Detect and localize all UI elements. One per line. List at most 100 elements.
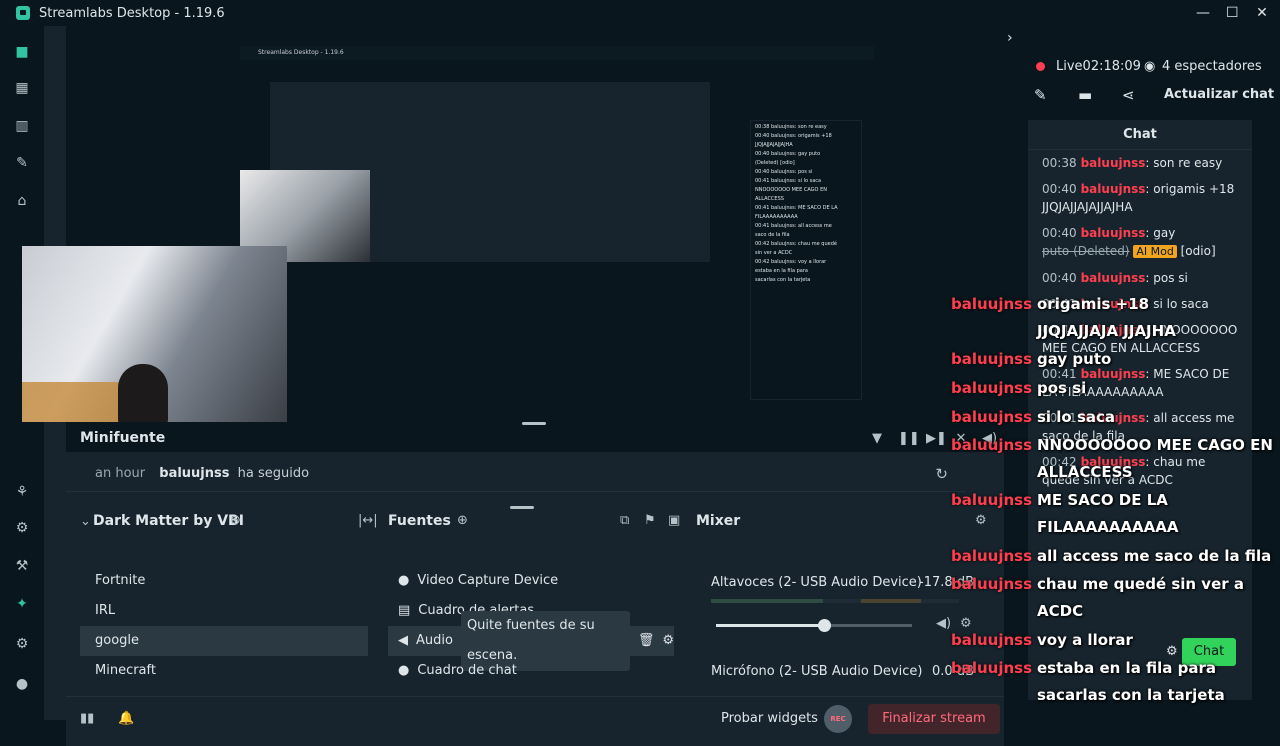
minimize-button[interactable]: — [1196,5,1210,21]
sparkle-icon[interactable]: ✦ [14,596,30,612]
source-item-selected[interactable]: ◀ Audio Quite fuentes de su escena. 🗑 ⚙ [388,611,674,671]
overlay-line: sacarlas con la tarjeta [1037,686,1225,704]
overlay-line: JJQJAJJAJA JJAJHA [1037,322,1176,340]
refresh-chat-button[interactable]: Actualizar chat [1164,87,1274,102]
overlay-user: baluujnss [951,547,1033,565]
close-button[interactable]: ✕ [1256,5,1268,21]
stream-preview[interactable]: Streamlabs Desktop - 1.19.6 00:38 baluuj… [22,26,1004,426]
speaker-mute-icon[interactable]: ◀) [936,616,951,631]
chevron-right-icon[interactable]: › [1007,30,1013,46]
stats-icon[interactable]: ▥ [14,118,30,134]
mini-feed-title: Minifuente [80,430,166,446]
volume-meter-level [711,599,823,603]
chat-user[interactable]: baluujnss [1081,182,1146,196]
themes-icon[interactable]: ✎ [14,155,30,171]
skip-icon[interactable]: ▶❚ [926,431,947,446]
overlay-user: baluujnss [951,491,1033,509]
store-icon[interactable]: ⌂ [14,193,30,209]
integrations-icon[interactable]: ⚙ [14,520,30,536]
chat-user[interactable]: baluujnss [1081,156,1146,170]
overlay-user: baluujnss [951,350,1033,368]
chat-settings-gear-icon[interactable]: ⚙ [1166,644,1178,659]
live-time: 02:18:09 [1082,59,1141,74]
record-button[interactable]: REC [824,705,852,733]
transition-icon[interactable]: |↔| [358,513,378,528]
settings-icon[interactable]: ⚙ [14,636,30,652]
selective-recording-icon[interactable]: ⧉ [620,513,629,528]
gear-icon[interactable]: ⚙ [662,626,674,656]
title-bar: Streamlabs Desktop - 1.19.6 — ☐ ✕ [0,0,1280,26]
pause-icon[interactable]: ❚❚ [898,431,920,446]
overlay-line: ACDC [1037,602,1084,620]
chat-message: 00:38 baluujnss: son re easy [1028,150,1252,176]
overlay-line: voy a llorar [1037,631,1133,649]
performance-icon[interactable]: ▮▮ [80,711,94,726]
scene-item[interactable]: Fortnite [80,566,368,596]
sources-list: ● Video Capture Device ▤ Cuadro de alert… [388,566,674,684]
volume-slider-knob[interactable] [818,619,831,632]
chat-user[interactable]: baluujnss [1081,226,1146,240]
chat-time: 00:38 [1042,156,1077,170]
maximize-button[interactable]: ☐ [1226,5,1239,21]
deleted-text: puto (Deleted) [1042,244,1130,258]
tools-icon[interactable]: ⚒ [14,558,30,574]
clip-icon[interactable]: ▬ [1078,86,1092,104]
source-settings-icon[interactable]: ⚑ [644,513,656,528]
apps-icon[interactable]: ⚘ [14,484,30,500]
scene-item[interactable]: IRL [80,596,368,626]
scene-collection-title[interactable]: Dark Matter by VBI [93,513,244,529]
alert-box-icon: ▤ [398,603,411,618]
test-widgets-button[interactable]: Probar widgets [721,711,818,726]
scene-item-selected[interactable]: google [80,626,368,656]
chat-user[interactable]: baluujnss [1081,367,1146,381]
user-icon[interactable]: ● [14,676,30,692]
add-scene-icon[interactable]: ⊕ [230,513,241,528]
mixer-gear-icon[interactable]: ⚙ [975,513,987,528]
studio-footer: ▮▮ 🔔 Probar widgets REC Finalizar stream [66,696,1004,746]
notifications-bell-icon[interactable]: 🔔 [118,711,134,726]
replay-icon[interactable]: ↻ [935,466,948,482]
dock-resize-handle[interactable] [510,506,534,509]
trash-icon[interactable]: 🗑 [638,626,655,656]
chat-message: 00:40 baluujnss: gay puto (Deleted) AI Mo… [1028,220,1252,265]
device-gear-icon[interactable]: ⚙ [960,616,972,631]
overlay-line: ME SACO DE LA [1037,491,1168,509]
end-stream-button[interactable]: Finalizar stream [868,704,1000,734]
live-status: Live02:18:09 [1056,59,1141,74]
chat-text: : si lo saca [1145,297,1209,311]
editor-icon[interactable]: ■ [14,44,30,60]
share-icon[interactable]: ⋖ [1122,86,1135,104]
overlay-user: baluujnss [951,295,1033,313]
overlay-line: FILAAAAAAAAAA [1037,518,1179,536]
source-label: Audio [416,633,453,648]
overlay-user: baluujnss [951,659,1033,677]
webcam-feed [22,246,287,422]
event-row: an hour baluujnss ha seguido ↻ [66,456,966,492]
nested-chat: 00:38 baluujnss: son re easy 00:40 baluu… [750,120,862,400]
chat-text: : gay [1145,226,1176,240]
source-label: Cuadro de chat [417,663,517,678]
overlay-line: si lo saca [1037,408,1116,426]
viewer-count: 4 espectadores [1162,59,1262,74]
chat-user[interactable]: baluujnss [1081,271,1146,285]
edit-icon[interactable]: ✎ [1034,86,1047,104]
nested-chat-line: 00:40 baluujnss: pos si [755,169,813,175]
chat-message: 00:40 baluujnss: pos si [1028,265,1252,291]
chevron-down-icon[interactable]: ⌄ [80,514,91,529]
chat-time: 00:40 [1042,271,1077,285]
overlay-user: baluujnss [951,631,1033,649]
volume-slider[interactable] [716,619,912,632]
volume-meter-warning [861,599,921,603]
window-controls: — ☐ ✕ [1196,0,1268,26]
layout-icon[interactable]: ▦ [14,80,30,96]
overlay-line: pos si [1037,379,1087,397]
add-source-icon[interactable]: ⊕ [457,513,468,528]
overlay-line: all access me saco de la fila [1037,547,1272,565]
preview-resize-handle[interactable] [522,422,546,425]
overlay-user: baluujnss [951,575,1033,593]
mixer-title: Mixer [696,513,741,529]
scene-item[interactable]: Minecraft [80,656,368,686]
source-item[interactable]: ● Video Capture Device [388,566,674,596]
add-folder-icon[interactable]: ▣ [668,513,680,528]
filter-icon[interactable]: ▼ [870,431,884,446]
